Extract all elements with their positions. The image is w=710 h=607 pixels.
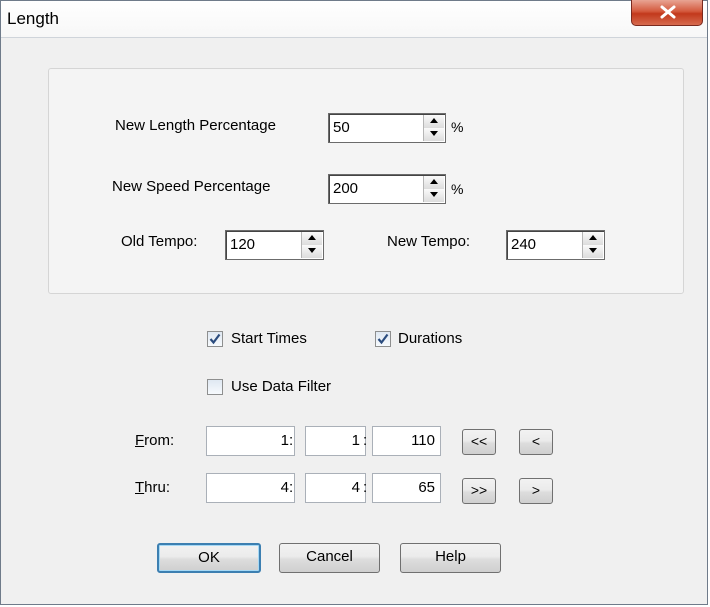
speed-percentage-spinner[interactable]: 200 [328,174,446,204]
start-times-checkbox[interactable] [207,331,223,347]
close-x-icon [660,5,676,19]
start-times-label[interactable]: Start Times [231,330,307,347]
cancel-button[interactable]: Cancel [279,543,380,573]
speed-percentage-value[interactable]: 200 [333,180,358,197]
length-percentage-value[interactable]: 50 [333,119,350,136]
length-dialog: Length New Length Percentage 50 % New Sp… [0,0,708,605]
triangle-down-icon [430,131,438,136]
triangle-down-icon [308,248,316,253]
help-button[interactable]: Help [400,543,501,573]
triangle-down-icon [430,192,438,197]
new-tempo-spinner[interactable]: 240 [506,230,605,260]
triangle-up-icon [430,179,438,184]
from-tick-field[interactable]: 110 [372,426,441,456]
last-button[interactable]: >> [462,478,496,504]
speed-percentage-label: New Speed Percentage [112,178,271,195]
previous-button[interactable]: < [519,429,553,455]
new-tempo-value[interactable]: 240 [511,236,536,253]
thru-separator: : [363,479,368,496]
first-button[interactable]: << [462,429,496,455]
triangle-up-icon [589,235,597,240]
spin-up-button[interactable] [424,176,444,190]
spin-down-button[interactable] [424,189,444,202]
durations-label[interactable]: Durations [398,330,462,347]
use-data-filter-checkbox[interactable] [207,379,223,395]
thru-tick-field[interactable]: 65 [372,473,441,503]
title-bar: Length [1,1,707,38]
next-button[interactable]: > [519,478,553,504]
speed-percent-unit: % [451,181,464,197]
use-data-filter-label[interactable]: Use Data Filter [231,378,331,395]
spin-up-button[interactable] [302,232,322,246]
ok-button[interactable]: OK [157,543,261,573]
window-title: Length [7,9,59,28]
close-button[interactable] [631,0,703,26]
spin-up-button[interactable] [583,232,603,246]
thru-label: Thru: [135,479,171,496]
from-measure-field[interactable]: 1 [206,426,295,456]
thru-measure-field[interactable]: 4 [206,473,295,503]
durations-checkbox[interactable] [375,331,391,347]
spin-up-button[interactable] [424,115,444,129]
spin-down-button[interactable] [302,245,322,258]
triangle-down-icon [589,248,597,253]
spin-down-button[interactable] [424,128,444,141]
from-separator: : [363,432,368,449]
thru-separator: : [289,479,294,496]
old-tempo-spinner[interactable]: 120 [225,230,324,260]
from-separator: : [289,432,294,449]
old-tempo-value[interactable]: 120 [230,236,255,253]
length-percentage-spinner[interactable]: 50 [328,113,446,143]
from-beat-field[interactable]: 1 [305,426,366,456]
length-percent-unit: % [451,119,464,135]
from-label: From: [135,432,175,449]
length-percentage-label: New Length Percentage [115,117,276,134]
checkmark-icon [377,333,389,345]
old-tempo-label: Old Tempo: [121,233,198,250]
spin-down-button[interactable] [583,245,603,258]
new-tempo-label: New Tempo: [387,233,471,250]
thru-beat-field[interactable]: 4 [305,473,366,503]
triangle-up-icon [308,235,316,240]
triangle-up-icon [430,118,438,123]
checkmark-icon [209,333,221,345]
